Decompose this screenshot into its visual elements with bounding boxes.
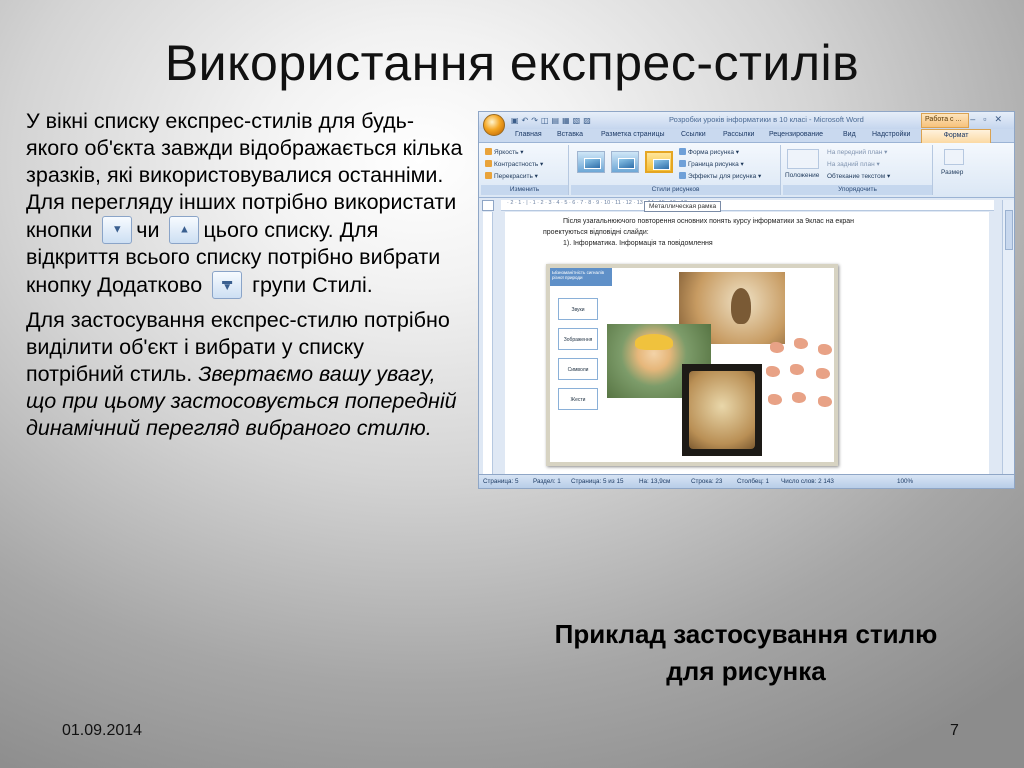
send-back-item: На задний план ▾: [827, 161, 880, 168]
vertical-ruler: [483, 212, 493, 474]
picture-styles-group-label: Стили рисунков: [571, 185, 780, 195]
tab-mailings: Рассылки: [723, 131, 755, 138]
arrange-group: Положение На передний план ▾ На задний п…: [783, 145, 933, 195]
style-thumb-1: [577, 151, 605, 173]
diagram-header: Ыізноманітність сигналів різної природи: [550, 268, 612, 286]
status-column: Столбец: 1: [737, 478, 770, 485]
selected-picture: Ыізноманітність сигналів різної природи …: [546, 264, 838, 466]
tab-addins: Надстройки: [872, 131, 911, 138]
screenshot-caption: Приклад застосування стилю для рисунка: [510, 616, 982, 690]
diagram-item-symbols: Символи: [558, 358, 598, 380]
diagram-item-images: Зображення: [558, 328, 598, 350]
word-window-screenshot: ▣↶↷◫▤▦▧▨ Розробки уроків інформатики в 1…: [478, 111, 1015, 489]
bring-front-item: На передний план ▾: [827, 149, 888, 156]
office-button-icon: [483, 114, 505, 136]
tab-format: Формат: [921, 129, 991, 143]
tab-insert: Вставка: [557, 131, 584, 138]
paragraph-1: У вікні списку експрес-стилів для будь-я…: [26, 108, 466, 299]
caption-line-2: для рисунка: [666, 656, 826, 686]
caption-line-1: Приклад застосування стилю: [554, 619, 938, 649]
doc-line-2: проектуються відповідні слайди:: [543, 229, 649, 236]
text-wrap-item: Обтекание текстом ▾: [827, 173, 891, 180]
scroll-up-button-icon: ▲: [169, 216, 200, 244]
slide-body: У вікні списку експрес-стилів для будь-я…: [26, 108, 466, 450]
paragraph-1-text-d: групи Стилі.: [252, 273, 373, 297]
status-at: На: 13,9см: [639, 478, 671, 485]
down-arrow-icon: ▼: [111, 223, 123, 236]
position-label: Положение: [785, 172, 820, 179]
context-tab: Работа с ...: [921, 113, 969, 128]
paragraph-2: Для застосування експрес-стилю потрібно …: [26, 307, 466, 442]
scroll-down-button-icon: ▼: [102, 216, 133, 244]
tab-page-layout: Разметка страницы: [601, 131, 665, 138]
picture-border-item: Граница рисунка ▾: [679, 160, 744, 168]
adjust-group: Яркость ▾ Контрастность ▾ Перекрасить ▾ …: [481, 145, 569, 195]
tab-references: Ссылки: [681, 131, 706, 138]
recolor-item: Перекрасить ▾: [485, 172, 538, 180]
tab-selector-icon: [482, 200, 494, 211]
footer-date: 01.09.2014: [62, 722, 143, 739]
size-group: Размер: [935, 145, 975, 195]
diagram-item-sounds: Звуки: [558, 298, 598, 320]
picture-styles-group: Форма рисунка ▾ Граница рисунка ▾ Эффект…: [571, 145, 781, 195]
tab-home: Главная: [515, 131, 542, 138]
status-section: Раздел: 1: [533, 478, 561, 485]
quick-access-toolbar-icons: ▣↶↷◫▤▦▧▨: [511, 116, 594, 125]
more-button-icon: ▬ ▼: [212, 271, 243, 299]
slide-title: Використання експрес-стилів: [164, 35, 860, 91]
word-window-title: Розробки уроків інформатики в 10 класі -…: [669, 115, 864, 124]
arrange-group-label: Упорядочить: [783, 185, 932, 195]
tab-view: Вид: [843, 131, 856, 138]
status-words: Число слов: 2 143: [781, 478, 834, 485]
diagram-item-gestures: Жести: [558, 388, 598, 410]
doc-line-1: Після узагальнюючого повторення основних…: [563, 218, 855, 225]
up-arrow-icon: ▲: [179, 223, 190, 236]
picture-shape-item: Форма рисунка ▾: [679, 148, 739, 156]
window-controls-icons: –▫✕: [970, 114, 1010, 124]
doc-line-3: 1). Інформатика. Інформація та повідомле…: [563, 240, 713, 247]
tab-review: Рецензирование: [769, 131, 824, 138]
style-thumb-3: [645, 151, 673, 173]
size-icon: [944, 149, 964, 165]
status-zoom: 100%: [897, 478, 914, 485]
more-icon: ▬ ▼: [222, 276, 233, 293]
hand-gestures-image: [758, 338, 836, 422]
word-title-bar: ▣↶↷◫▤▦▧▨ Розробки уроків інформатики в 1…: [479, 112, 1014, 136]
slide-number: 7: [950, 722, 959, 739]
picture-effects-item: Эффекты для рисунка ▾: [679, 172, 761, 180]
style-thumb-2: [611, 151, 639, 173]
brightness-item: Яркость ▾: [485, 148, 524, 156]
size-label: Размер: [941, 169, 964, 176]
vertical-scrollbar: [1002, 200, 1014, 476]
position-icon: [787, 149, 819, 169]
status-pages: Страница: 5 из 15: [571, 478, 624, 485]
paragraph-1-text-b: чи: [136, 218, 160, 242]
adjust-group-label: Изменить: [481, 185, 568, 195]
status-line: Строка: 23: [691, 478, 723, 485]
status-bar: Страница: 5 Раздел: 1 Страница: 5 из 15 …: [479, 474, 1014, 488]
style-tooltip: Металлическая рамка: [644, 201, 722, 212]
status-page: Страница: 5: [483, 478, 519, 485]
ribbon-panel: Яркость ▾ Контрастность ▾ Перекрасить ▾ …: [479, 143, 1014, 198]
ribbon-tabs: Главная Вставка Разметка страницы Ссылки…: [479, 129, 1014, 143]
scroll-image: [682, 364, 762, 456]
horizontal-ruler: · 2 · 1 · | · 1 · 2 · 3 · 4 · 5 · 6 · 7 …: [501, 200, 994, 211]
contrast-item: Контрастность ▾: [485, 160, 543, 168]
